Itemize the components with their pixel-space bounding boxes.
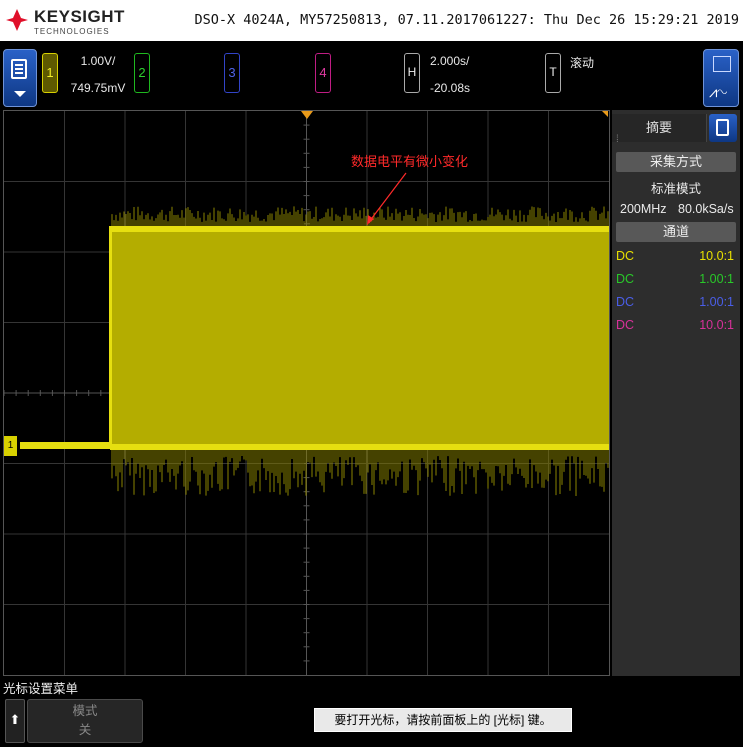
signal-envelope [110, 226, 609, 450]
softkey-menu-title: 光标设置菜单 [3, 682, 79, 696]
brand-subtitle: TECHNOLOGIES [34, 27, 110, 36]
channel-1-coupling: DC [616, 249, 635, 263]
trigger-position-marker[interactable] [301, 111, 313, 119]
signal-high-level [110, 226, 609, 232]
drag-grip-icon[interactable]: ⁞ [616, 126, 619, 154]
brand-name: KEYSIGHT [34, 7, 125, 26]
summary-panel: ⁞ 摘要 采集方式 标准模式 200MHz 80.0kSa/s 通道 DC 10… [612, 110, 740, 676]
softkey-label: 模式 [72, 704, 98, 718]
channel-1-button[interactable]: 1 [42, 53, 58, 93]
zoom-wave-icon: ⩘∿ [709, 84, 727, 101]
signal-rising-edge [109, 226, 112, 448]
signal-low-level [110, 444, 609, 450]
sample-rate-value: 80.0kSa/s [678, 202, 734, 216]
waveform-graticule [4, 111, 609, 675]
softkey-bar: 光标设置菜单 ⬆ 模式 关 要打开光标，请按前面板上的 [光标] 键。 [0, 676, 743, 747]
trigger-button[interactable]: T [545, 53, 561, 93]
chevron-down-icon [14, 91, 26, 97]
device-info: DSO-X 4024A, MY57250813, 07.11.201706122… [194, 12, 739, 28]
back-button[interactable]: ⬆ [5, 699, 25, 743]
document-menu-icon [11, 59, 27, 79]
trigger-level-marker[interactable] [602, 111, 608, 117]
channel-4-probe: 10.0:1 [699, 318, 734, 332]
horizontal-button[interactable]: H [404, 53, 420, 93]
signal-baseline [20, 442, 111, 449]
summary-title: 摘要 [645, 120, 672, 135]
annotation-text: 数据电平有微小变化 [351, 155, 469, 170]
channel-3-coupling: DC [616, 295, 635, 309]
waveform-display[interactable]: 1 数据电平有微小变化 [3, 110, 610, 676]
zoom-frame-icon [713, 56, 731, 72]
keysight-logo: KEYSIGHT TECHNOLOGIES [6, 6, 126, 36]
trigger-mode[interactable]: 滚动 [570, 54, 594, 71]
channel-3-button[interactable]: 3 [224, 53, 240, 93]
summary-menu-button[interactable] [709, 114, 737, 142]
channel-2-probe: 1.00:1 [699, 272, 734, 286]
cursor-mode-softkey[interactable]: 模式 关 [27, 699, 143, 743]
main-menu-button[interactable] [3, 49, 37, 107]
summary-tab[interactable]: ⁞ 摘要 [612, 114, 707, 145]
header-bar: KEYSIGHT TECHNOLOGIES DSO-X 4024A, MY572… [0, 0, 743, 41]
acquisition-mode: 标准模式 [650, 182, 701, 196]
channel-3-probe: 1.00:1 [699, 295, 734, 309]
channel-header: 通道 [616, 222, 736, 242]
channel-1-ground-marker[interactable]: 1 [4, 436, 17, 456]
channel-toolbar: 1 1.00V/ 749.75mV 2 3 4 H 2.000s/ -20.08… [0, 41, 743, 109]
softkey-value: 关 [78, 723, 92, 737]
acquisition-header: 采集方式 [616, 152, 736, 172]
delay-value[interactable]: -20.08s [430, 81, 470, 95]
channel-1-scale[interactable]: 1.00V/ [66, 54, 130, 68]
zoom-button[interactable]: ⩘∿ [703, 49, 739, 107]
channel-4-coupling: DC [616, 318, 635, 332]
channel-2-button[interactable]: 2 [134, 53, 150, 93]
timebase-value[interactable]: 2.000s/ [430, 54, 469, 68]
keysight-wave-icon [6, 9, 28, 31]
channel-4-button[interactable]: 4 [315, 53, 331, 93]
status-message: 要打开光标，请按前面板上的 [光标] 键。 [314, 708, 572, 732]
document-icon [716, 119, 729, 136]
up-arrow-icon: ⬆ [9, 712, 21, 727]
channel-2-coupling: DC [616, 272, 635, 286]
channel-1-offset[interactable]: 749.75mV [66, 81, 130, 95]
bandwidth-value: 200MHz [620, 202, 667, 216]
channel-1-probe: 10.0:1 [699, 249, 734, 263]
